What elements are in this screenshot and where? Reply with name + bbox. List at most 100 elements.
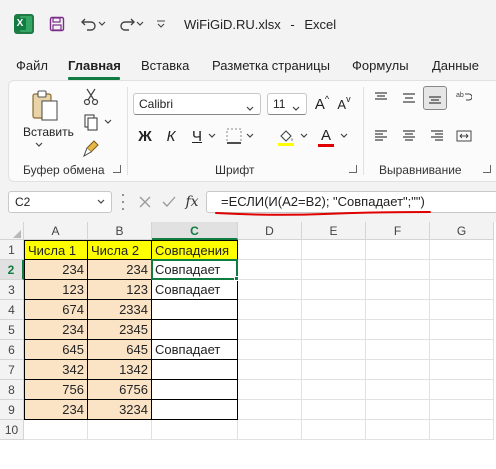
cell-e5[interactable] (302, 320, 366, 340)
tab-home[interactable]: Главная (68, 58, 121, 73)
cell-b1[interactable]: Числа 2 (88, 240, 152, 260)
spreadsheet-grid[interactable]: ABCDEFG 1 2 3 4 5 6 7 8 9 10 Числа 1 Числа 2 Совпад… (0, 222, 496, 469)
font-size-select[interactable]: 11 (267, 93, 307, 115)
cell-b8[interactable]: 6756 (88, 380, 152, 400)
cell-f9[interactable] (366, 400, 430, 420)
column-header-g[interactable]: G (430, 222, 494, 240)
row-header-1[interactable]: 1 (0, 240, 24, 260)
align-left-icon[interactable] (371, 127, 391, 145)
tab-formulas[interactable]: Формулы (352, 58, 409, 73)
cell-a9[interactable]: 234 (24, 400, 88, 420)
cell-f10[interactable] (366, 420, 430, 440)
cell-a2[interactable]: 234 (24, 260, 88, 280)
font-name-select[interactable]: Calibri (133, 93, 261, 115)
cell-g6[interactable] (430, 340, 494, 360)
cell-f5[interactable] (366, 320, 430, 340)
cell-d9[interactable] (238, 400, 302, 420)
row-header-9[interactable]: 9 (0, 400, 24, 420)
cell-f6[interactable] (366, 340, 430, 360)
cell-a1[interactable]: Числа 1 (24, 240, 88, 260)
column-header-f[interactable]: F (366, 222, 430, 240)
paste-label[interactable]: Вставить (23, 125, 74, 139)
cell-c10[interactable] (152, 420, 238, 440)
wrap-text-icon[interactable]: ab (453, 87, 475, 107)
font-launcher-icon[interactable] (349, 165, 357, 173)
formula-bar-grip-icon[interactable] (122, 194, 125, 210)
paste-icon[interactable] (23, 87, 67, 125)
tab-data[interactable]: Данные (432, 58, 479, 73)
cell-g7[interactable] (430, 360, 494, 380)
increase-font-button[interactable]: A ^ (313, 93, 331, 115)
row-header-2[interactable]: 2 (0, 260, 24, 280)
cell-b3[interactable]: 123 (88, 280, 152, 300)
customize-toolbar-icon[interactable] (154, 12, 168, 36)
fill-handle[interactable] (234, 276, 239, 281)
column-header-c[interactable]: C (152, 222, 238, 240)
cell-f2[interactable] (366, 260, 430, 280)
bold-button[interactable]: Ж (135, 125, 155, 147)
cell-a4[interactable]: 674 (24, 300, 88, 320)
cell-e2[interactable] (302, 260, 366, 280)
cell-b7[interactable]: 1342 (88, 360, 152, 380)
cell-b4[interactable]: 2334 (88, 300, 152, 320)
cell-e7[interactable] (302, 360, 366, 380)
tab-page-layout[interactable]: Разметка страницы (212, 58, 330, 73)
cell-f3[interactable] (366, 280, 430, 300)
copy-icon[interactable] (81, 113, 101, 133)
cell-g2[interactable] (430, 260, 494, 280)
font-color-button[interactable]: A (315, 125, 337, 149)
row-header-3[interactable]: 3 (0, 280, 24, 300)
cancel-icon[interactable] (136, 192, 154, 212)
cell-e9[interactable] (302, 400, 366, 420)
cell-c3[interactable]: Совпадает (152, 280, 238, 300)
cell-b6[interactable]: 645 (88, 340, 152, 360)
merge-cells-icon[interactable] (453, 127, 475, 145)
name-box[interactable]: C2 (8, 191, 112, 213)
cell-d7[interactable] (238, 360, 302, 380)
row-header-4[interactable]: 4 (0, 300, 24, 320)
copy-dropdown-icon[interactable] (103, 117, 113, 127)
cell-g3[interactable] (430, 280, 494, 300)
paste-dropdown-icon[interactable] (31, 139, 47, 151)
cell-f4[interactable] (366, 300, 430, 320)
cell-a5[interactable]: 234 (24, 320, 88, 340)
enter-icon[interactable] (160, 192, 178, 212)
insert-function-button[interactable]: fx (182, 191, 202, 213)
clipboard-launcher-icon[interactable] (113, 165, 121, 173)
cell-d2[interactable] (238, 260, 302, 280)
cell-d4[interactable] (238, 300, 302, 320)
tab-insert[interactable]: Вставка (141, 58, 189, 73)
underline-button[interactable]: Ч (187, 125, 207, 147)
cell-b5[interactable]: 2345 (88, 320, 152, 340)
underline-dropdown-icon[interactable] (207, 131, 217, 141)
font-color-dropdown-icon[interactable] (339, 131, 349, 141)
cell-a10[interactable] (24, 420, 88, 440)
cell-d3[interactable] (238, 280, 302, 300)
cell-a3[interactable]: 123 (24, 280, 88, 300)
cell-e3[interactable] (302, 280, 366, 300)
cell-d5[interactable] (238, 320, 302, 340)
redo-dropdown-icon[interactable] (134, 12, 146, 36)
decrease-font-button[interactable]: Av (335, 93, 353, 115)
cell-c7[interactable] (152, 360, 238, 380)
borders-dropdown-icon[interactable] (245, 131, 255, 141)
cell-f7[interactable] (366, 360, 430, 380)
column-header-e[interactable]: E (302, 222, 366, 240)
cut-icon[interactable] (81, 87, 101, 107)
row-header-7[interactable]: 7 (0, 360, 24, 380)
borders-icon[interactable] (223, 125, 245, 147)
cell-f8[interactable] (366, 380, 430, 400)
cell-d6[interactable] (238, 340, 302, 360)
cell-c4[interactable] (152, 300, 238, 320)
cell-b10[interactable] (88, 420, 152, 440)
align-middle-icon[interactable] (399, 89, 419, 107)
row-header-6[interactable]: 6 (0, 340, 24, 360)
column-header-d[interactable]: D (238, 222, 302, 240)
cell-a7[interactable]: 342 (24, 360, 88, 380)
column-header-a[interactable]: A (24, 222, 88, 240)
align-right-icon[interactable] (427, 127, 447, 145)
cell-g8[interactable] (430, 380, 494, 400)
row-header-8[interactable]: 8 (0, 380, 24, 400)
cell-d8[interactable] (238, 380, 302, 400)
row-header-10[interactable]: 10 (0, 420, 24, 440)
